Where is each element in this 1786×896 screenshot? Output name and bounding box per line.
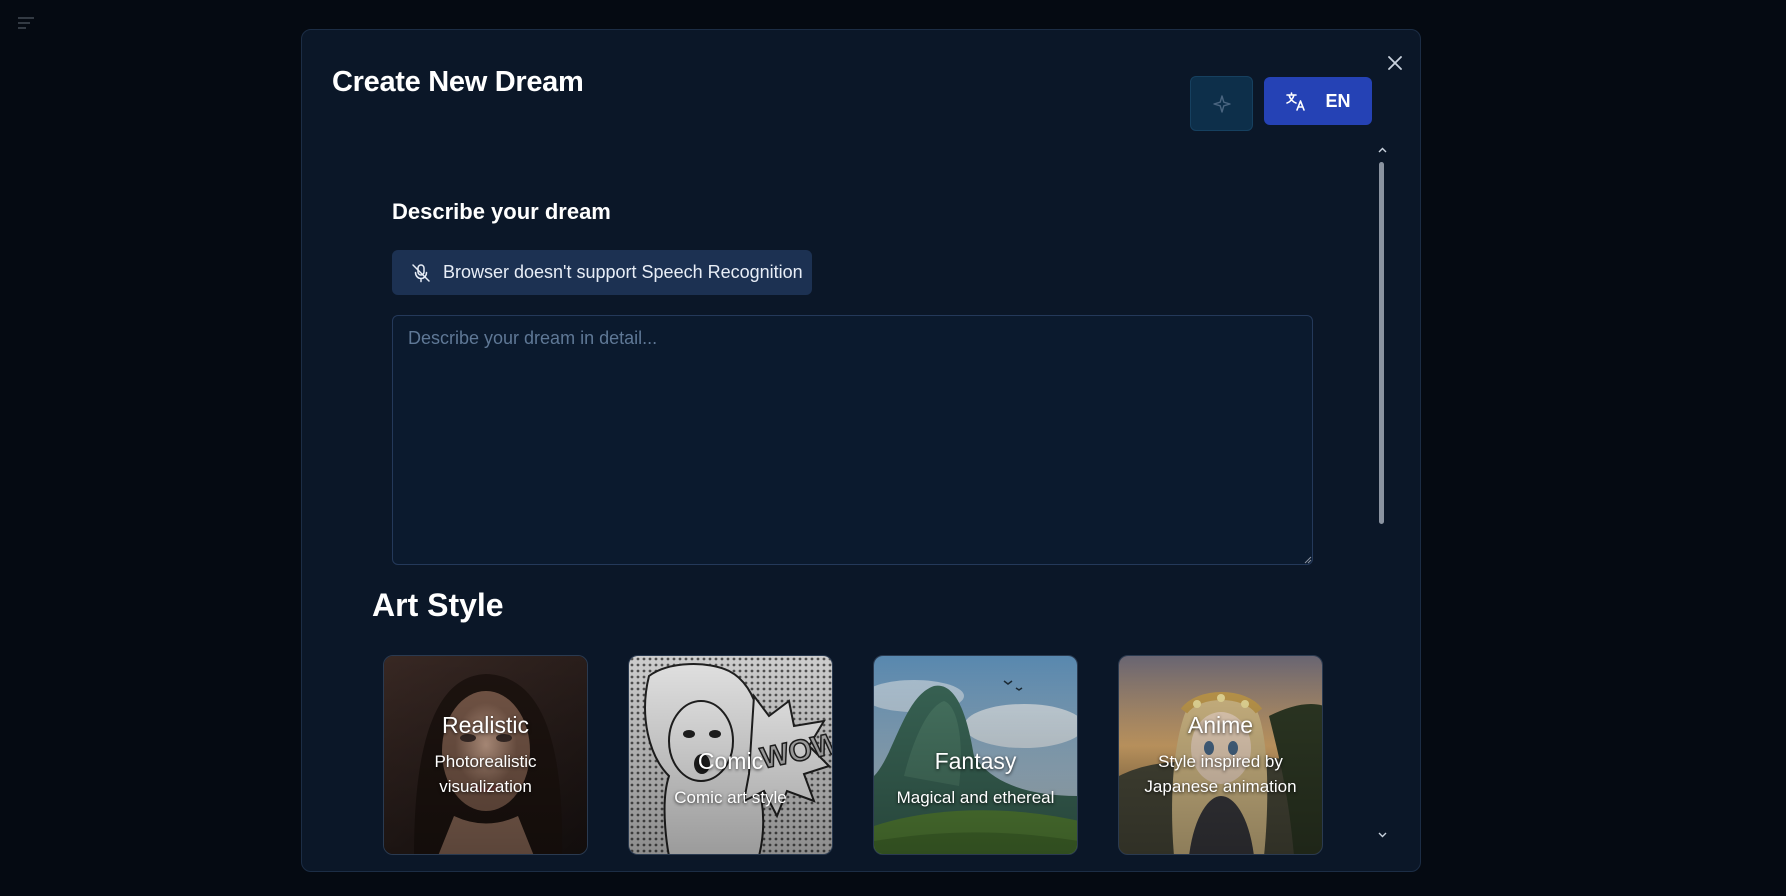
- scroll-up-arrow[interactable]: [1377, 145, 1387, 155]
- scroll-thumb[interactable]: [1379, 162, 1384, 524]
- describe-dream-label: Describe your dream: [392, 199, 611, 224]
- style-card-comic[interactable]: WOW Comic Comic art style: [628, 655, 833, 855]
- style-description: Comic art style: [674, 785, 786, 810]
- close-button[interactable]: [1382, 50, 1408, 76]
- art-style-title: Art Style: [372, 587, 504, 623]
- style-card-fantasy[interactable]: Fantasy Magical and ethereal: [873, 655, 1078, 855]
- modal-scrollbar[interactable]: [1376, 145, 1388, 838]
- close-icon: [1388, 56, 1402, 70]
- style-description-line: Japanese animation: [1144, 776, 1297, 796]
- style-description: Magical and ethereal: [897, 785, 1055, 810]
- language-button[interactable]: EN: [1264, 77, 1372, 125]
- style-name: Realistic: [442, 711, 529, 738]
- chevron-down-icon: [1378, 832, 1386, 838]
- modal-content[interactable]: Describe your dream Browser doesn't supp…: [302, 145, 1422, 865]
- create-dream-modal: Create New Dream EN Describe your dream …: [301, 29, 1421, 872]
- sparkle-icon: [1212, 94, 1231, 113]
- style-card-realistic[interactable]: Realistic Photorealistic visualization: [383, 655, 588, 855]
- style-description: Style inspired by Japanese animation: [1144, 749, 1296, 799]
- menu-icon[interactable]: [18, 16, 36, 30]
- style-description: Photorealistic visualization: [434, 749, 536, 799]
- style-name: Fantasy: [934, 748, 1017, 774]
- scroll-down-arrow[interactable]: [1377, 830, 1387, 840]
- chevron-up-icon: [1378, 147, 1386, 153]
- style-description-line: Magical and ethereal: [896, 788, 1055, 807]
- style-card-anime[interactable]: Anime Style inspired by Japanese animati…: [1118, 655, 1323, 855]
- translate-icon: [1286, 92, 1306, 111]
- card-text: Comic Comic art style: [629, 656, 832, 854]
- speech-recognition-button[interactable]: Browser doesn't support Speech Recogniti…: [392, 250, 812, 295]
- resize-grip-icon[interactable]: [1302, 554, 1312, 564]
- modal-title: Create New Dream: [332, 66, 584, 98]
- card-text: Anime Style inspired by Japanese animati…: [1119, 656, 1322, 854]
- enhance-button[interactable]: [1190, 76, 1253, 131]
- style-name: Comic: [697, 748, 764, 774]
- dream-description-input[interactable]: [392, 315, 1313, 565]
- speech-recognition-label: Browser doesn't support Speech Recogniti…: [443, 262, 803, 282]
- language-label: EN: [1325, 90, 1351, 111]
- card-text: Realistic Photorealistic visualization: [384, 656, 587, 854]
- style-description-line: Comic art style: [674, 788, 787, 807]
- style-name: Anime: [1187, 711, 1254, 738]
- mic-off-icon: [412, 263, 430, 282]
- style-description-line: visualization: [439, 776, 532, 796]
- style-description-line: Photorealistic: [434, 751, 537, 771]
- card-text: Fantasy Magical and ethereal: [874, 656, 1077, 854]
- style-description-line: Style inspired by: [1158, 751, 1283, 771]
